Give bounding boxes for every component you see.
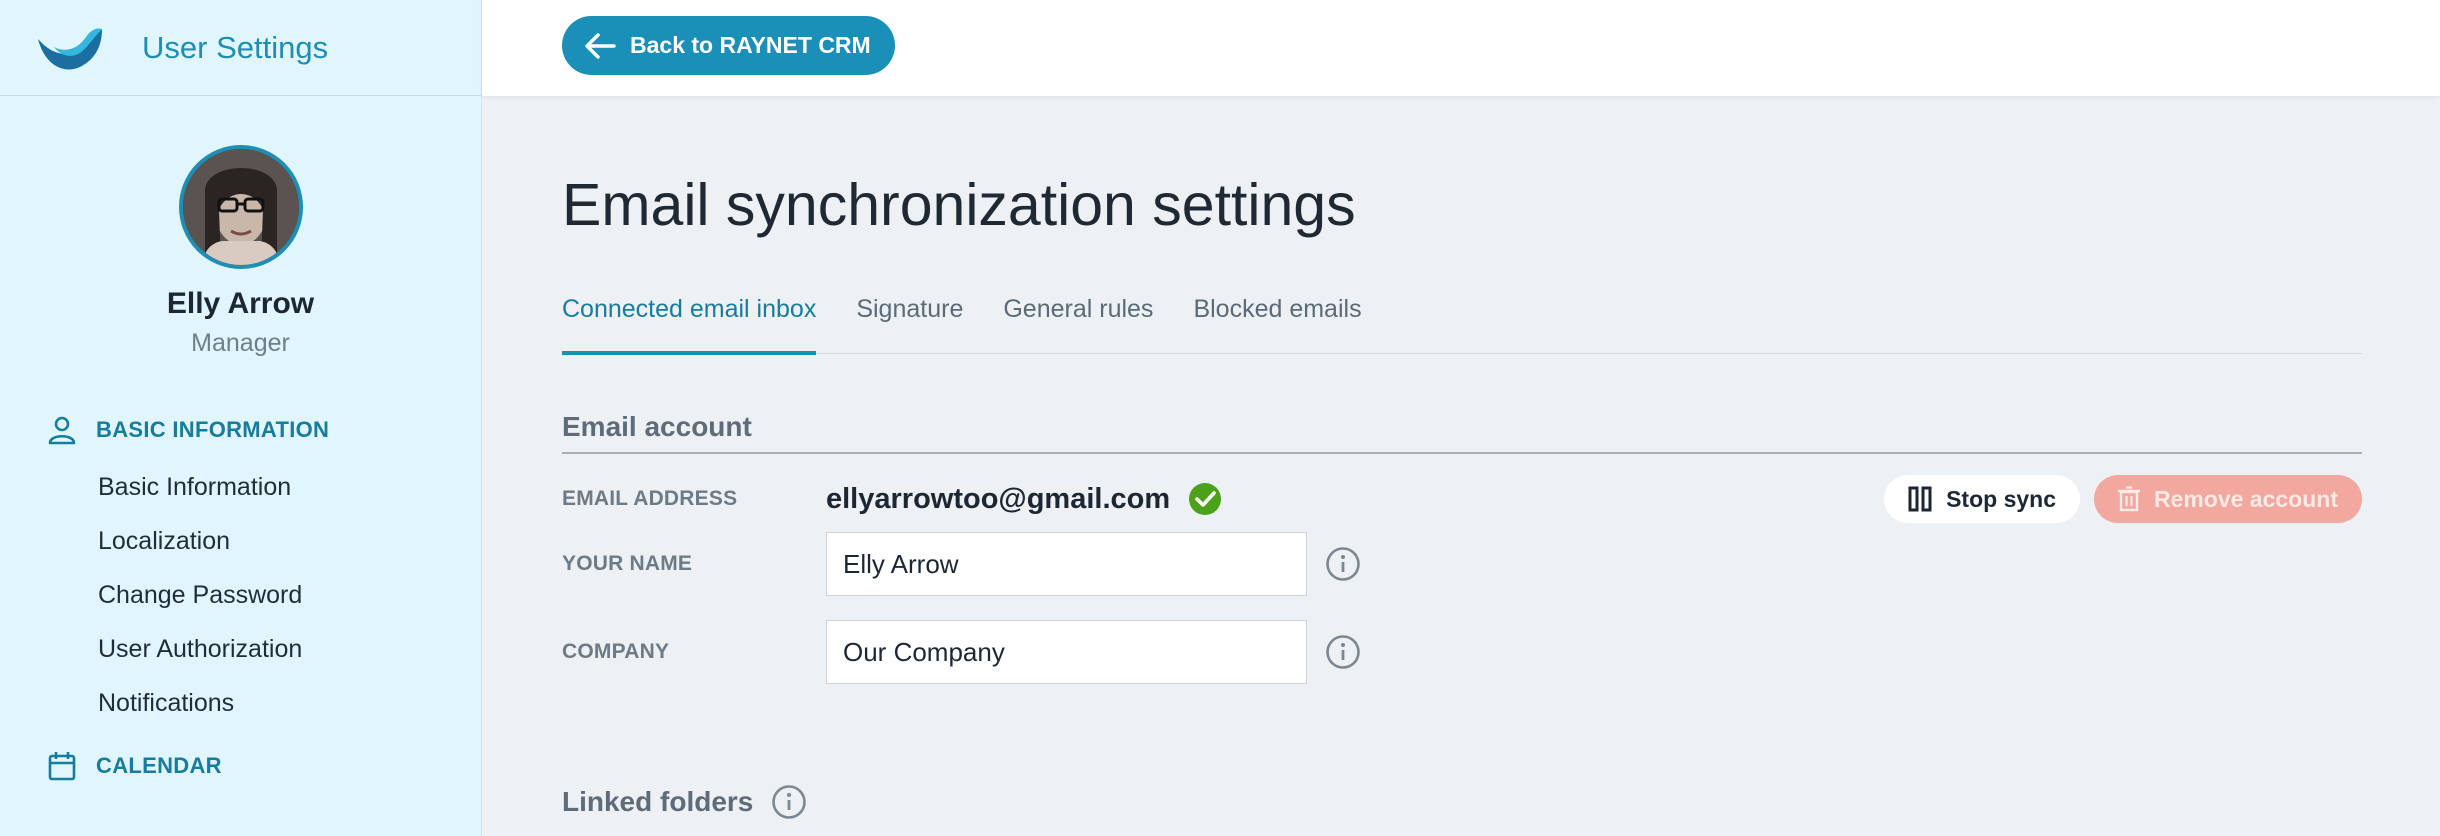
back-to-crm-label: Back to RAYNET CRM [630,32,871,58]
raynet-logo-icon[interactable] [36,23,106,73]
info-icon[interactable] [771,784,807,820]
section-basic-information-label: BASIC INFORMATION [96,417,330,442]
verified-check-icon [1189,483,1222,515]
user-profile: Elly Arrow Manager [0,145,481,358]
email-address-label: EMAIL ADDRESS [562,487,738,510]
sidebar: User Settings Elly Arrow Manager BASIC I… [0,0,482,836]
nav-notifications[interactable]: Notifications [0,676,481,730]
stop-sync-label: Stop sync [1946,485,2056,512]
main-content: Email synchronization settings Connected… [562,96,2362,820]
user-name: Elly Arrow [166,287,315,320]
pause-icon [1908,486,1932,512]
email-address-row: EMAIL ADDRESS ellyarrowtoo@gmail.com Sto… [562,475,2362,523]
stop-sync-button[interactable]: Stop sync [1884,475,2080,523]
email-address-value: ellyarrowtoo@gmail.com [826,482,1171,515]
tab-signature[interactable]: Signature [856,295,963,354]
section-basic-information[interactable]: BASIC INFORMATION [0,414,481,446]
avatar[interactable] [178,145,303,269]
calendar-icon [48,752,76,781]
arrow-left-icon [585,32,616,59]
company-label: COMPANY [562,640,670,663]
top-bar: Back to RAYNET CRM [482,0,2440,96]
nav-user-authorization[interactable]: User Authorization [0,622,481,676]
company-input[interactable] [826,620,1307,684]
your-name-label: YOUR NAME [562,552,693,575]
page-title: Email synchronization settings [562,172,1356,238]
tab-blocked-emails[interactable]: Blocked emails [1193,295,1361,354]
info-icon[interactable] [1325,634,1361,670]
tab-connected-email-inbox[interactable]: Connected email inbox [562,295,817,355]
section-calendar[interactable]: CALENDAR [0,750,481,782]
remove-account-button[interactable]: Remove account [2093,475,2362,523]
your-name-row: YOUR NAME [562,532,2362,596]
tab-general-rules[interactable]: General rules [1003,295,1153,354]
section-calendar-label: CALENDAR [96,753,222,778]
user-role: Manager [191,329,290,357]
trash-icon [2117,486,2140,512]
remove-account-label: Remove account [2153,485,2338,512]
your-name-input[interactable] [826,532,1307,596]
info-icon[interactable] [1325,546,1361,582]
settings-tabs: Connected email inbox Signature General … [562,295,2362,355]
app-title: User Settings [142,29,329,65]
back-to-crm-button[interactable]: Back to RAYNET CRM [562,16,895,75]
person-icon [48,416,76,445]
linked-folders-header: Linked folders [562,784,2362,820]
nav-localization[interactable]: Localization [0,514,481,568]
sidebar-header: User Settings [0,0,481,96]
nav-basic-information[interactable]: Basic Information [0,460,481,514]
nav-change-password[interactable]: Change Password [0,568,481,622]
company-row: COMPANY [562,620,2362,684]
basic-nav-list: Basic Information Localization Change Pa… [0,460,481,730]
email-account-section-title: Email account [562,411,2362,454]
linked-folders-title: Linked folders [562,786,754,817]
